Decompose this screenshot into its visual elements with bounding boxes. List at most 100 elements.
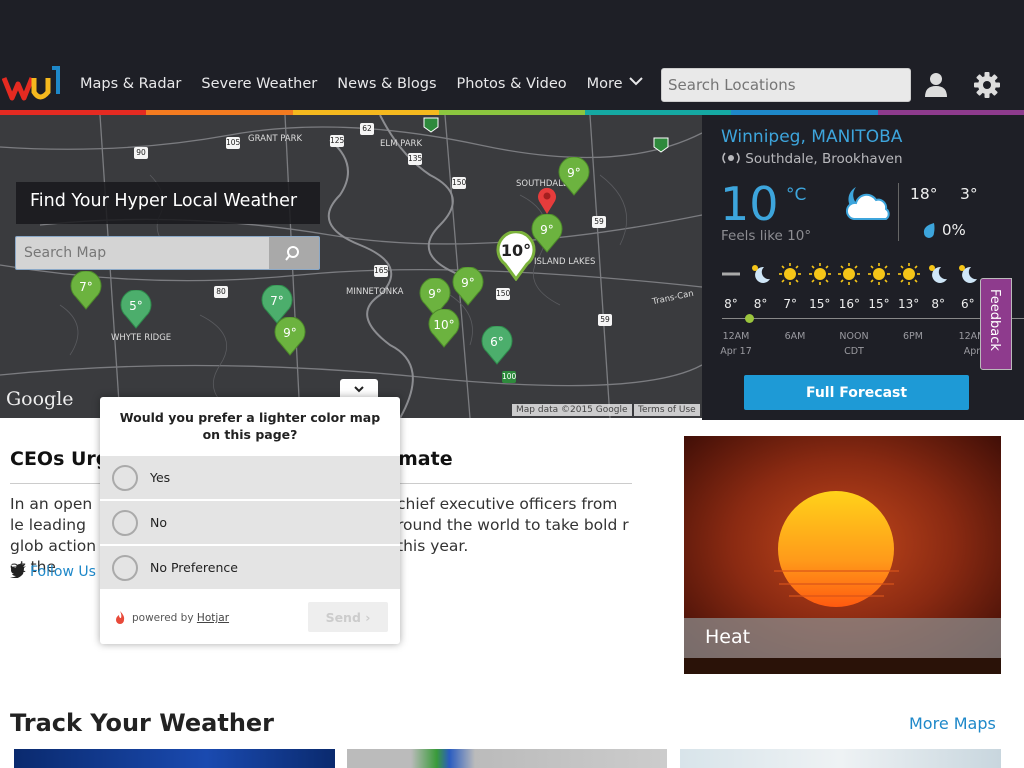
map-label: WHYTE RIDGE — [111, 333, 172, 343]
nav-more[interactable]: More — [587, 76, 643, 92]
temperature-pin[interactable]: 7° — [70, 270, 102, 311]
forecast-temp: 16° — [838, 297, 861, 311]
no-data-icon — [722, 272, 740, 276]
poll-option-label: No — [150, 515, 167, 530]
highway-shield: 62 — [360, 123, 374, 135]
pin-temp: 9° — [428, 287, 442, 301]
forecast-temp: 8° — [931, 297, 945, 311]
location-marker-icon[interactable] — [536, 185, 558, 215]
forecast-temp: 6° — [960, 297, 975, 311]
provincial-route-icon — [423, 117, 439, 133]
twitter-icon — [10, 564, 26, 578]
map-search-box[interactable]: Search Map — [15, 236, 320, 270]
station-name[interactable]: Southdale, Brookhaven — [721, 151, 903, 167]
send-label: Send — [325, 609, 361, 625]
highway-shield: 80 — [214, 286, 228, 298]
pin-temp: 5° — [129, 299, 143, 313]
map-label: ELM PARK — [380, 139, 423, 149]
pin-temp: 10° — [433, 318, 455, 332]
poll-option-no-preference[interactable]: No Preference — [100, 545, 400, 589]
partly-cloudy-icon — [845, 187, 890, 220]
track-your-weather-heading: Track Your Weather — [10, 709, 275, 737]
sunny-icon — [838, 263, 861, 285]
clear-night-icon — [751, 265, 770, 283]
more-maps-link[interactable]: More Maps — [909, 714, 996, 733]
map-data-attribution: Map data ©2015 Google — [512, 404, 632, 416]
temperature-pin[interactable]: 9° — [531, 213, 563, 254]
map-search-input[interactable]: Search Map — [24, 245, 106, 261]
highway-shield: 105 — [226, 137, 241, 149]
chevron-right-icon: › — [365, 609, 371, 625]
map-thumbnail[interactable] — [680, 749, 1001, 768]
temperature-pin[interactable]: 9° — [274, 316, 306, 357]
clear-night-icon — [929, 265, 948, 283]
poll-radio[interactable] — [112, 555, 138, 581]
poll-send-button[interactable]: Send › — [308, 602, 388, 632]
poll-radio[interactable] — [112, 465, 138, 491]
map-thumbnail[interactable] — [347, 749, 667, 768]
powered-by-text: powered by Hotjar — [132, 612, 229, 624]
nav-news-blogs[interactable]: News & Blogs — [337, 76, 436, 92]
feels-like-temperature: Feels like 10° — [721, 228, 812, 244]
map-label: MINNETONKA — [346, 287, 404, 297]
city-name[interactable]: Winnipeg, MANITOBA — [721, 127, 902, 147]
temperature-pin[interactable]: 9° — [558, 156, 590, 197]
article-body-end: chief executive officers from round the … — [397, 495, 629, 555]
temperature-pin[interactable]: 6° — [481, 325, 513, 366]
highway-shield: 59 — [592, 216, 606, 228]
heat-feature-image[interactable]: Heat — [684, 436, 1001, 674]
map-label: ISLAND LAKES — [534, 257, 596, 267]
temperature-unit-toggle[interactable]: °C — [786, 185, 806, 205]
main-nav: Maps & Radar Severe Weather News & Blogs… — [80, 76, 643, 92]
current-location-temperature-pin[interactable]: 10° — [496, 230, 536, 282]
article-headline[interactable]: CEOs Urg — [10, 448, 109, 470]
full-forecast-button[interactable]: Full Forecast — [744, 375, 969, 410]
timeline-time: 6AM — [784, 331, 806, 342]
nav-photos-video[interactable]: Photos & Video — [457, 76, 567, 92]
poll-radio[interactable] — [112, 510, 138, 536]
pin-temp: 7° — [270, 294, 284, 308]
poll-collapse-tab[interactable] — [340, 379, 378, 399]
nav-maps-radar[interactable]: Maps & Radar — [80, 76, 181, 92]
timeline-time: 6PM — [903, 331, 923, 342]
timeline-current-marker[interactable] — [745, 314, 754, 323]
pin-temp: 9° — [283, 326, 297, 340]
map-search-button[interactable] — [269, 237, 319, 269]
wunderground-logo[interactable] — [2, 64, 62, 104]
terms-of-use-link[interactable]: Terms of Use — [634, 404, 700, 416]
timeline-time: NOON — [839, 331, 869, 342]
hotjar-flame-icon — [116, 611, 125, 624]
pin-temp: 9° — [540, 223, 554, 237]
temperature-pin[interactable]: 5° — [120, 289, 152, 330]
poll-option-no[interactable]: No — [100, 500, 400, 544]
sunny-icon — [808, 263, 831, 285]
follow-us-label: Follow Us — [30, 564, 96, 580]
highway-shield: 90 — [134, 147, 148, 159]
user-icon[interactable] — [924, 72, 948, 98]
nav-severe-weather[interactable]: Severe Weather — [201, 76, 317, 92]
forecast-temp: 15° — [868, 297, 890, 311]
poll-option-label: No Preference — [150, 560, 238, 575]
hero-caption: Heat — [684, 618, 1001, 658]
high-temperature: 18° — [910, 185, 938, 203]
provincial-route-icon — [653, 137, 669, 153]
article-headline-end[interactable]: mate — [398, 448, 453, 470]
forecast-temp: 7° — [783, 297, 797, 311]
follow-us-link[interactable]: Follow Us — [10, 564, 96, 580]
hourly-forecast-icons — [720, 263, 1024, 285]
gear-icon[interactable] — [974, 72, 1000, 98]
temperature-pin[interactable]: 9° — [452, 266, 484, 307]
google-logo: Google — [6, 388, 74, 410]
hotjar-link[interactable]: Hotjar — [197, 612, 229, 624]
poll-option-label: Yes — [150, 470, 171, 485]
timeline-subtext: CDT — [844, 346, 864, 357]
map-thumbnail[interactable] — [14, 749, 335, 768]
powered-by-label: powered by — [132, 612, 194, 624]
temperature-pin[interactable]: 10° — [428, 308, 460, 349]
poll-option-yes[interactable]: Yes — [100, 455, 400, 499]
highway-shield: 165 — [374, 265, 389, 277]
current-conditions-panel: Winnipeg, MANITOBA Southdale, Brookhaven… — [702, 115, 1024, 420]
search-locations-input[interactable] — [661, 68, 911, 102]
feedback-tab[interactable]: Feedback — [980, 278, 1012, 370]
pin-temp: 9° — [461, 276, 475, 290]
